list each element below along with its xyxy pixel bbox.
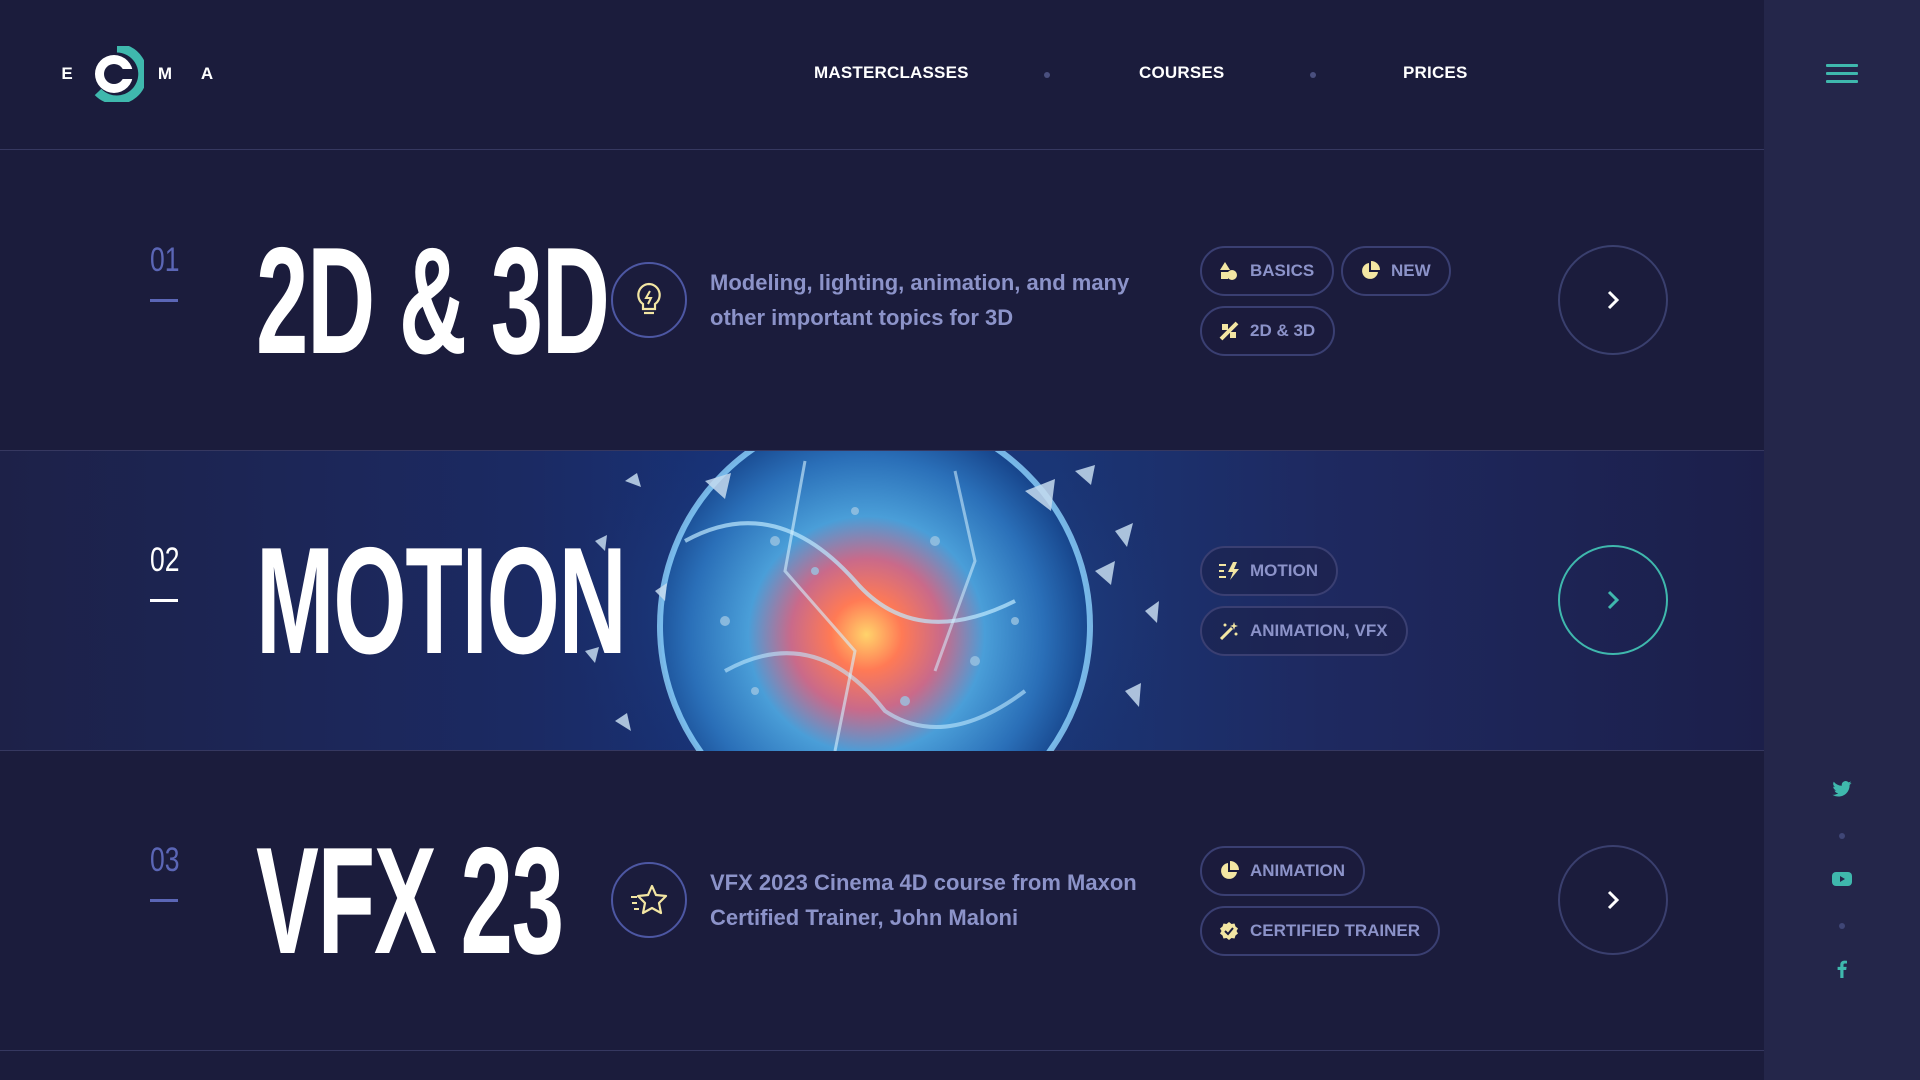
tag-motion[interactable]: MOTION — [1200, 546, 1338, 596]
tag-animation[interactable]: ANIMATION — [1200, 846, 1366, 896]
tag-2d-3d[interactable]: 2D & 3D — [1200, 306, 1336, 356]
tag-basics[interactable]: BASICS — [1200, 246, 1335, 296]
logo-mark-icon — [90, 43, 148, 105]
tag-label: BASICS — [1250, 261, 1315, 280]
tag-label: ANIMATION — [1250, 861, 1346, 880]
social-separator-dot — [1839, 923, 1845, 929]
magic-wand-icon — [1218, 620, 1240, 642]
chevron-right-icon — [1607, 890, 1620, 910]
nav-courses[interactable]: COURSES — [1139, 63, 1224, 83]
open-course-button[interactable] — [1558, 845, 1668, 955]
course-row-vfx[interactable]: 03 VFX 23 VFX 2023 Cinema 4D course from… — [0, 751, 1764, 1051]
social-separator-dot — [1839, 833, 1845, 839]
number-underline — [150, 899, 178, 902]
course-title: 2D & 3D — [256, 216, 610, 386]
logo-letter-a: A — [200, 64, 214, 83]
lightning-lines-icon — [1218, 560, 1240, 582]
nav-prices[interactable]: PRICES — [1403, 63, 1468, 83]
tag-label: 2D & 3D — [1250, 321, 1316, 340]
pie-icon — [1359, 260, 1381, 282]
main-content: E M A MASTERCLASSES COURSES PRICES 01 2D… — [0, 0, 1764, 1080]
tag-label: CERTIFIED TRAINER — [1250, 921, 1420, 940]
tools-icon — [1218, 320, 1240, 342]
logo-letter-m: M — [157, 64, 173, 83]
course-number: 01 — [150, 241, 180, 279]
hamburger-menu-icon[interactable] — [1826, 64, 1858, 86]
shapes-icon — [1218, 260, 1240, 282]
right-sidebar — [1764, 0, 1920, 1080]
course-number: 02 — [150, 541, 180, 579]
youtube-icon[interactable] — [1826, 868, 1858, 890]
course-description: VFX 2023 Cinema 4D course from Maxon Cer… — [710, 870, 1137, 930]
course-title: VFX 23 — [256, 816, 564, 986]
tag-new[interactable]: NEW — [1341, 246, 1451, 296]
pie-icon — [1218, 860, 1240, 882]
logo-letter-e: E — [61, 64, 73, 83]
course-number: 03 — [150, 841, 180, 879]
nav-masterclasses[interactable]: MASTERCLASSES — [814, 63, 969, 83]
open-course-button[interactable] — [1558, 245, 1668, 355]
tag-animation-vfx[interactable]: ANIMATION, VFX — [1200, 606, 1408, 656]
course-row-motion[interactable]: 02 MOTION MOTION ANIMATION, VFX — [0, 451, 1764, 751]
lightbulb-icon — [611, 262, 687, 338]
chevron-right-icon — [1607, 290, 1620, 310]
course-row-2d-3d[interactable]: 01 2D & 3D Modeling, lighting, animation… — [0, 151, 1764, 451]
number-underline — [150, 299, 178, 302]
logo[interactable]: E M A — [58, 43, 216, 105]
tag-certified-trainer[interactable]: CERTIFIED TRAINER — [1200, 906, 1440, 956]
nav-separator-dot — [1310, 72, 1316, 78]
tag-label: ANIMATION, VFX — [1250, 621, 1388, 640]
number-underline — [150, 599, 178, 602]
header: E M A MASTERCLASSES COURSES PRICES — [0, 0, 1764, 150]
tag-label: MOTION — [1250, 561, 1318, 580]
star-icon — [611, 862, 687, 938]
twitter-icon[interactable] — [1826, 778, 1858, 800]
open-course-button[interactable] — [1558, 545, 1668, 655]
course-title: MOTION — [256, 516, 627, 686]
nav-separator-dot — [1044, 72, 1050, 78]
course-description: Modeling, lighting, animation, and many … — [710, 270, 1130, 330]
badge-check-icon — [1218, 920, 1240, 942]
facebook-icon[interactable] — [1826, 958, 1858, 980]
tag-label: NEW — [1391, 261, 1431, 280]
course-image-sphere — [555, 451, 1175, 751]
chevron-right-icon — [1607, 590, 1620, 610]
